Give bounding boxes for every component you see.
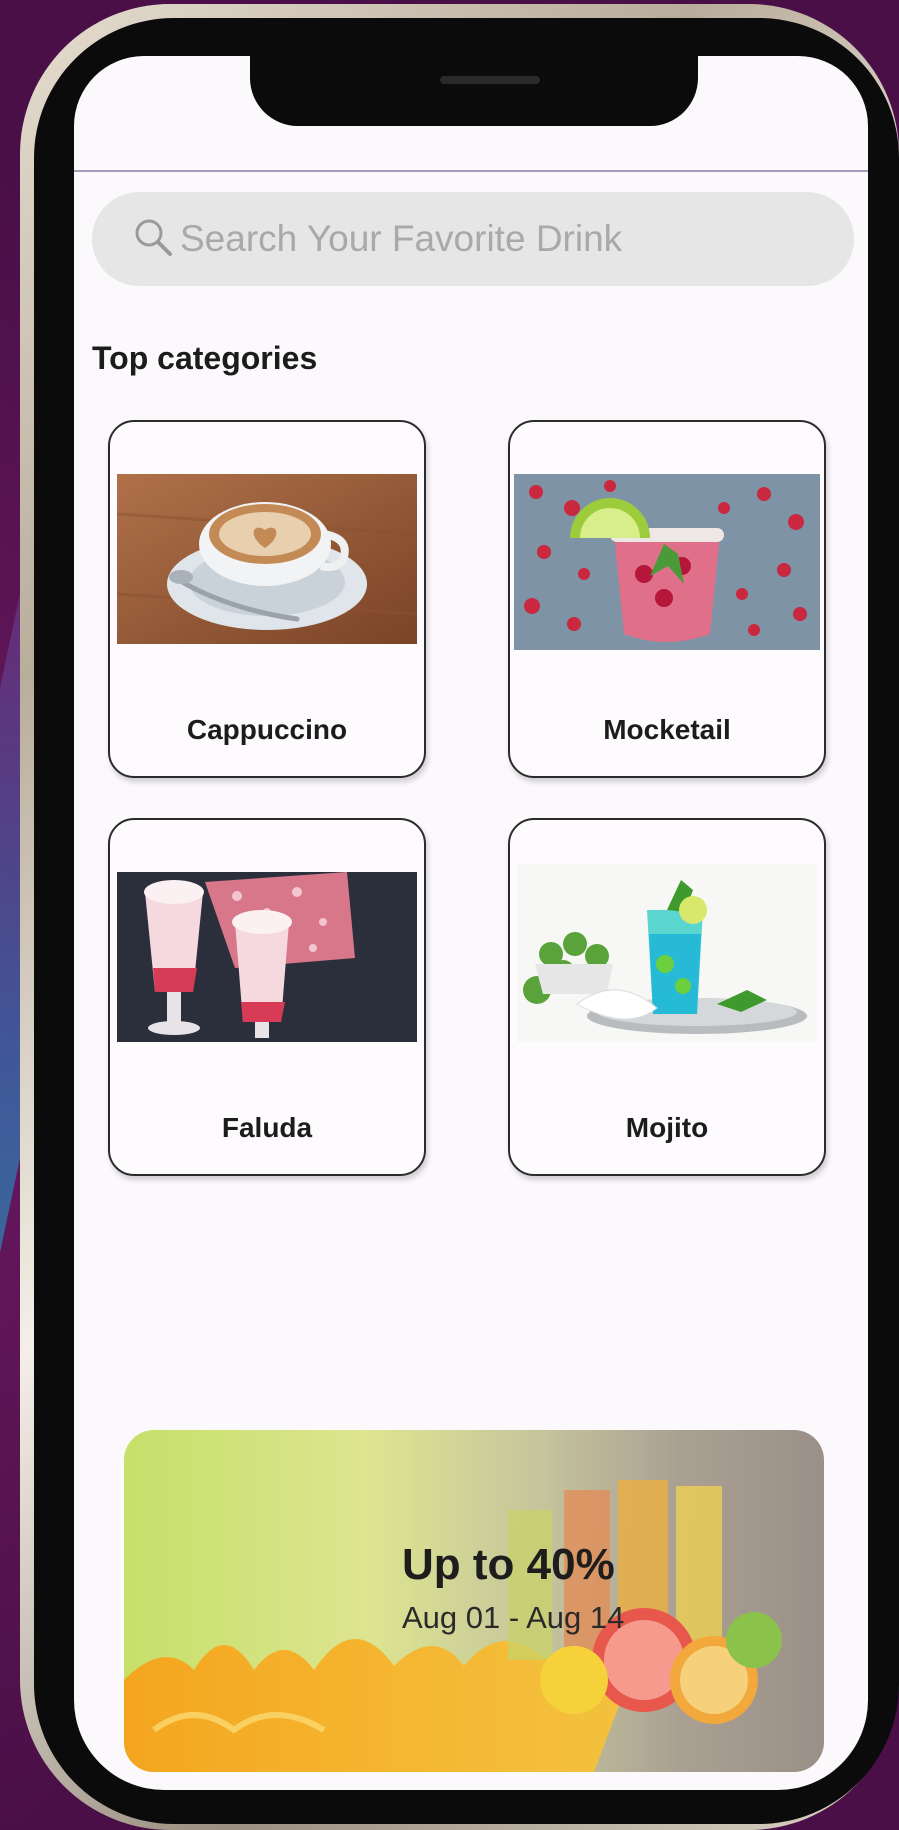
mocktail-image [514,474,820,650]
search-input[interactable]: Search Your Favorite Drink [180,218,622,260]
earpiece-speaker [440,76,540,84]
promo-title: Up to 40% [402,1540,615,1589]
cappuccino-image [117,474,417,644]
section-title: Top categories [92,340,318,376]
search-bar[interactable]: Search Your Favorite Drink [92,192,854,286]
header-divider [74,170,868,172]
category-label: Mojito [625,1112,709,1143]
category-label: Cappuccino [186,714,348,745]
category-card-mojito[interactable]: Mojito [508,818,826,1176]
category-card-mocketail[interactable]: Mocketail [508,420,826,778]
mojito-image [517,864,817,1042]
app-screen: Search Your Favorite Drink Top categorie… [74,56,868,1790]
category-card-faluda[interactable]: Faluda [108,818,426,1176]
category-label: Faluda [221,1112,313,1143]
promo-banner[interactable]: Up to 40% Aug 01 - Aug 14 [124,1430,824,1772]
category-label: Mocketail [603,714,731,745]
phone-notch [250,56,698,126]
faluda-image [117,872,417,1042]
search-icon [135,219,172,256]
category-card-cappuccino[interactable]: Cappuccino [108,420,426,778]
promo-date-range: Aug 01 - Aug 14 [402,1600,625,1635]
